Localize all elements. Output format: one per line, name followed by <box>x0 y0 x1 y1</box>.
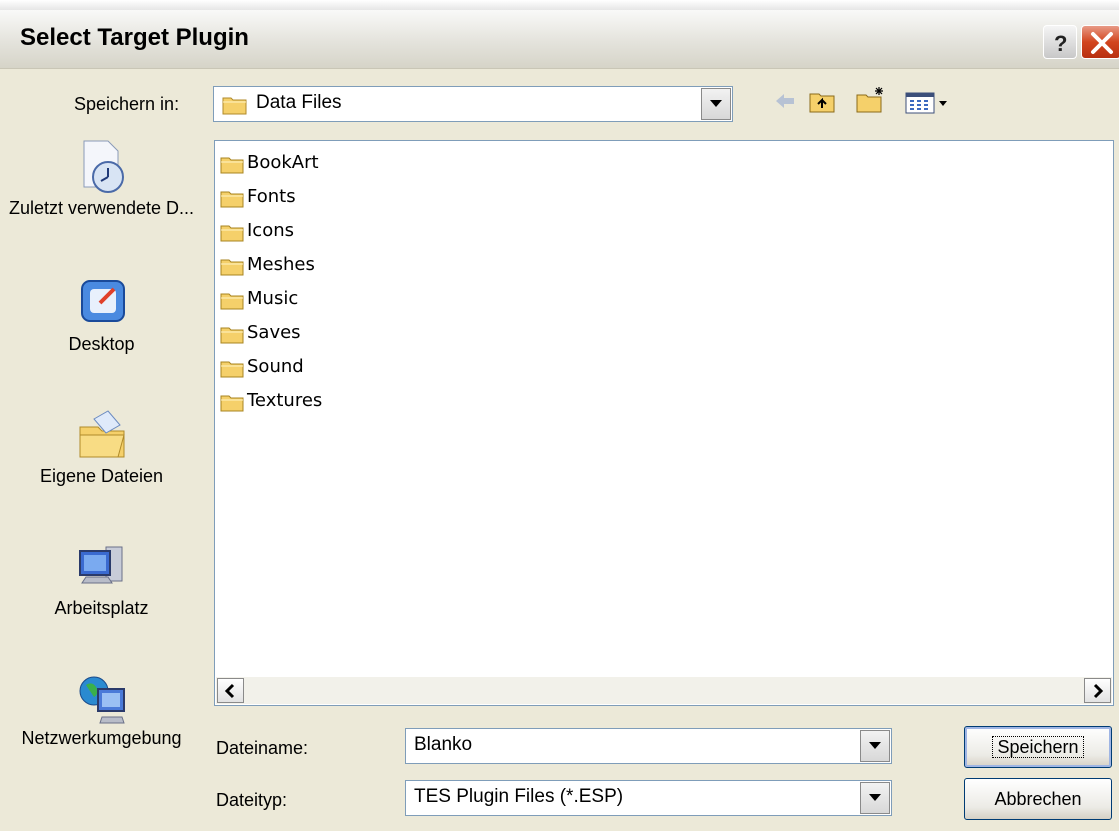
place-my-documents[interactable]: Eigene Dateien <box>0 405 203 487</box>
filetype-label: Dateityp: <box>216 790 288 810</box>
back-button[interactable] <box>774 90 796 117</box>
filetype-dropdown-button[interactable] <box>860 782 890 814</box>
save-in-combobox[interactable]: Data Files <box>213 86 733 122</box>
scroll-right-button[interactable] <box>1084 678 1111 703</box>
place-recent-label: Zuletzt verwendete D... <box>8 198 195 218</box>
save-in-dropdown-button[interactable] <box>701 88 731 120</box>
scroll-left-button[interactable] <box>217 678 244 703</box>
filename-dropdown-button[interactable] <box>860 730 890 762</box>
back-icon <box>776 94 794 108</box>
place-desktop-label: Desktop <box>68 334 135 354</box>
file-list-item-label: Icons <box>247 220 295 241</box>
title-bar[interactable]: Select Target Plugin ? <box>0 10 1119 69</box>
close-icon <box>1091 32 1113 54</box>
folder-icon <box>220 259 244 276</box>
new-folder-button[interactable] <box>855 86 887 119</box>
filename-combobox[interactable]: Blanko <box>405 728 892 764</box>
place-my-documents-label: Eigene Dateien <box>39 466 164 486</box>
cancel-button[interactable]: Abbrechen <box>964 778 1112 820</box>
folder-icon <box>220 327 244 344</box>
new-folder-icon <box>856 87 883 113</box>
filetype-value: TES Plugin Files (*.ESP) <box>414 786 624 807</box>
file-list-item-label: Sound <box>247 356 304 377</box>
place-my-computer-label: Arbeitsplatz <box>54 598 149 618</box>
chevron-right-icon <box>1093 683 1104 699</box>
my-computer-icon <box>72 537 132 597</box>
chevron-down-icon <box>869 794 881 801</box>
folder-icon <box>220 225 244 242</box>
horizontal-scrollbar[interactable] <box>216 677 1112 704</box>
places-bar: Zuletzt verwendete D... Desktop Eigene D… <box>0 133 203 831</box>
up-folder-icon <box>809 93 835 113</box>
place-network[interactable]: Netzwerkumgebung <box>0 667 203 749</box>
view-menu-icon <box>905 92 947 114</box>
cancel-button-label: Abbrechen <box>994 789 1082 809</box>
place-my-computer[interactable]: Arbeitsplatz <box>0 537 203 619</box>
view-menu-button[interactable] <box>905 90 953 119</box>
file-list-item-label: Music <box>247 288 299 309</box>
save-button[interactable]: Speichern <box>964 726 1112 768</box>
folder-icon <box>220 157 244 174</box>
window-frame <box>0 0 1119 10</box>
chevron-down-icon <box>710 100 722 107</box>
network-icon <box>72 667 132 727</box>
chevron-left-icon <box>224 683 235 699</box>
folder-icon <box>220 191 244 208</box>
svg-text:?: ? <box>1054 31 1067 56</box>
file-list-item-label: BookArt <box>247 152 319 173</box>
up-folder-button[interactable] <box>808 90 836 119</box>
close-button[interactable] <box>1081 25 1119 59</box>
file-list-item-label: Saves <box>247 322 301 343</box>
place-recent[interactable]: Zuletzt verwendete D... <box>0 137 203 219</box>
filetype-combobox[interactable]: TES Plugin Files (*.ESP) <box>405 780 892 816</box>
save-button-label: Speichern <box>992 736 1084 758</box>
file-list[interactable]: BookArt Fonts Icons Meshes Music Saves Sound Te… <box>214 140 1114 706</box>
file-list-item-label: Meshes <box>247 254 315 275</box>
question-icon: ? <box>1054 31 1067 56</box>
recent-documents-icon <box>72 137 132 197</box>
filename-input[interactable]: Blanko <box>414 734 472 756</box>
save-in-value: Data Files <box>256 92 342 113</box>
file-list-item-label: Fonts <box>247 186 296 207</box>
chevron-down-icon <box>869 742 881 749</box>
place-network-label: Netzwerkumgebung <box>21 728 182 748</box>
folder-icon <box>220 293 244 310</box>
help-button[interactable]: ? <box>1043 25 1077 59</box>
my-documents-icon <box>72 405 132 465</box>
folder-icon <box>222 97 247 115</box>
filename-label: Dateiname: <box>216 738 309 758</box>
folder-icon <box>220 361 244 378</box>
place-desktop[interactable]: Desktop <box>0 273 203 355</box>
folder-icon <box>220 395 244 412</box>
file-list-item-label: Textures <box>247 390 323 411</box>
desktop-icon <box>72 273 132 333</box>
save-in-label: Speichern in: <box>74 94 180 114</box>
window-title: Select Target Plugin <box>20 24 249 51</box>
